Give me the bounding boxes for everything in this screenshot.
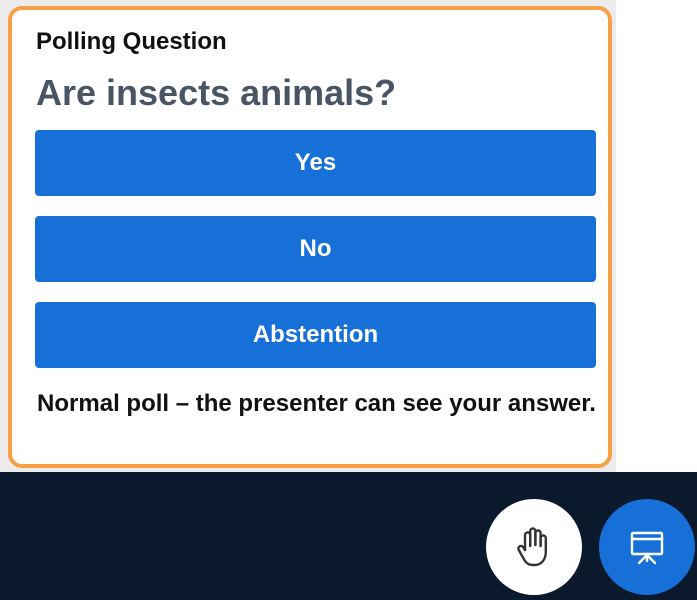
poll-question-text: Are insects animals?: [36, 72, 397, 113]
polling-panel-title: Polling Question: [36, 28, 227, 55]
presentation-screen-icon: [627, 527, 667, 567]
answer-button-abstention[interactable]: Abstention: [35, 302, 596, 368]
answer-button-no[interactable]: No: [35, 216, 596, 282]
meeting-toolbar-background: [0, 472, 697, 600]
poll-visibility-note: Normal poll – the presenter can see your…: [37, 390, 596, 417]
polling-panel: Polling Question Are insects animals? Ye…: [8, 6, 612, 468]
raise-hand-icon: [514, 526, 554, 568]
answer-button-label: Abstention: [252, 321, 379, 348]
answer-button-yes[interactable]: Yes: [35, 130, 596, 196]
presentation-button[interactable]: [599, 499, 695, 595]
raise-hand-button[interactable]: [486, 499, 582, 595]
answer-button-label: No: [299, 235, 332, 262]
answer-button-label: Yes: [294, 149, 337, 176]
content-area-right: [616, 0, 697, 472]
